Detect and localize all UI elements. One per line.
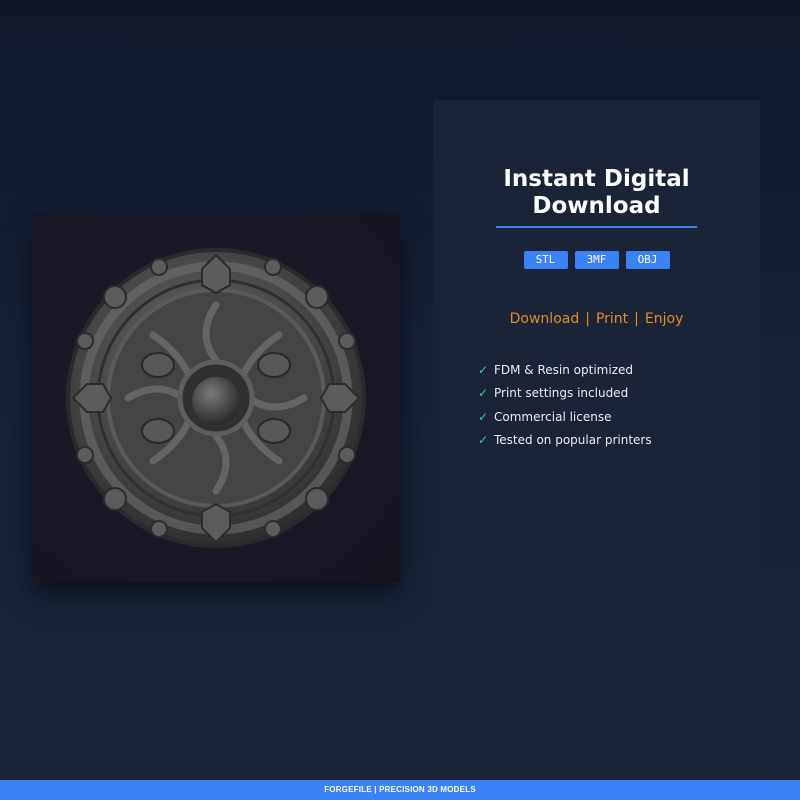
title-line-2: Download (532, 193, 661, 219)
check-icon: ✓ (477, 386, 489, 401)
feature-label: Tested on popular printers (494, 433, 652, 448)
feature-list: ✓ FDM & Resin optimized ✓ Print settings… (477, 358, 652, 452)
footer-separator: | (374, 785, 377, 794)
list-item: ✓ Commercial license (477, 405, 652, 429)
title-line-1: Instant Digital (503, 166, 690, 192)
footer-tagline: PRECISION 3D MODELS (379, 785, 476, 794)
step-separator: | (585, 311, 590, 327)
check-icon: ✓ (477, 362, 489, 377)
step-download: Download (509, 311, 580, 327)
check-icon: ✓ (477, 433, 489, 448)
step-enjoy: Enjoy (644, 311, 684, 327)
title-underline (496, 226, 697, 228)
feature-label: Print settings included (494, 386, 629, 401)
feature-label: FDM & Resin optimized (494, 362, 633, 377)
footer-bar: FORGEFILE | PRECISION 3D MODELS (0, 780, 800, 800)
step-print: Print (595, 311, 629, 327)
file-format-badges: STL 3MF OBJ (433, 251, 760, 269)
format-badge-stl: STL (523, 251, 568, 269)
ornate-shield-model-icon (66, 248, 366, 548)
format-badge-3mf: 3MF (574, 251, 619, 269)
feature-label: Commercial license (494, 409, 612, 424)
step-separator: | (634, 311, 639, 327)
footer-brand: FORGEFILE (324, 785, 372, 794)
steps-tagline: Download | Print | Enjoy (433, 311, 760, 327)
list-item: ✓ Tested on popular printers (477, 429, 652, 453)
list-item: ✓ Print settings included (477, 382, 652, 406)
check-icon: ✓ (477, 409, 489, 424)
product-info-panel: Instant Digital Download STL 3MF OBJ Dow… (433, 100, 760, 780)
format-badge-obj: OBJ (625, 251, 670, 269)
product-image-frame (33, 215, 400, 582)
list-item: ✓ FDM & Resin optimized (477, 358, 652, 382)
page-title: Instant Digital Download (433, 166, 760, 220)
